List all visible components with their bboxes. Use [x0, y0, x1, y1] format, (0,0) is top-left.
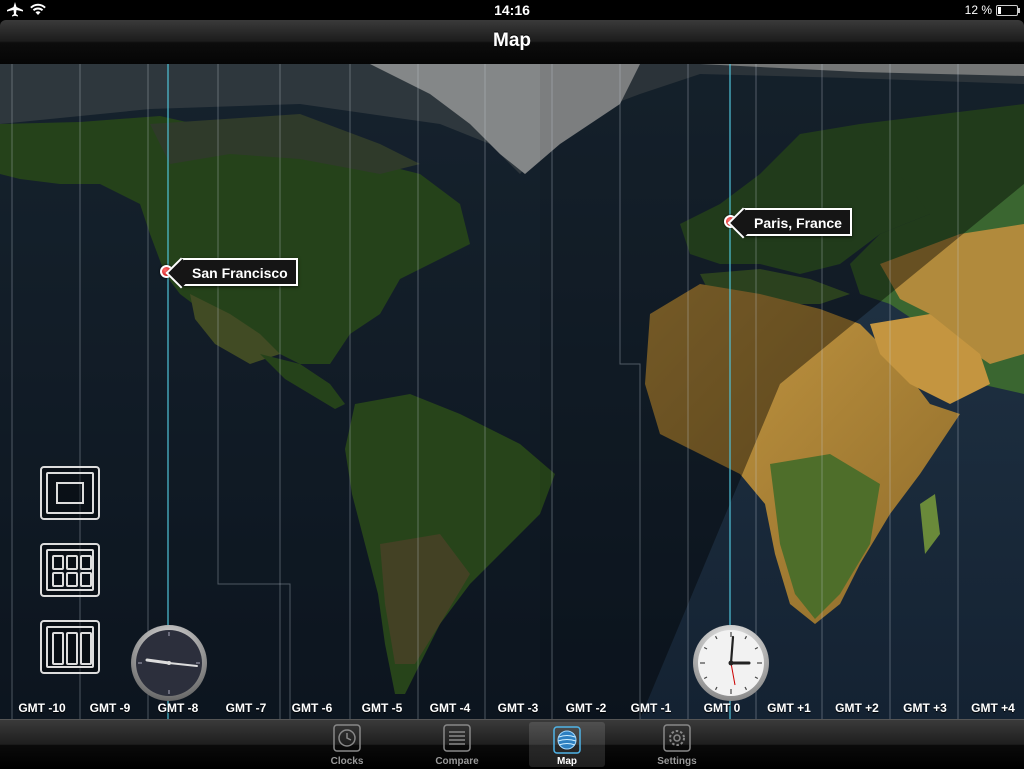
gmt-label: GMT -9 — [89, 701, 131, 715]
single-clock-layout-button[interactable] — [40, 466, 100, 520]
gmt-label: GMT -2 — [565, 701, 607, 715]
pin-label-text: San Francisco — [192, 265, 288, 281]
gmt-label: GMT -3 — [497, 701, 539, 715]
analog-clock-dark-icon — [131, 625, 207, 701]
tab-label: Map — [557, 756, 577, 767]
globe-icon — [553, 726, 581, 754]
grid-layout-button[interactable] — [40, 543, 100, 597]
tab-map[interactable]: Map — [529, 722, 605, 767]
columns-layout-button[interactable] — [40, 620, 100, 674]
pin-label[interactable]: Paris, France — [744, 208, 852, 236]
tab-label: Compare — [435, 756, 479, 767]
gmt-label: GMT -6 — [291, 701, 333, 715]
analog-clock-light-icon — [693, 625, 769, 701]
gmt-label: GMT -10 — [18, 701, 66, 715]
battery-percentage: 12 % — [964, 3, 992, 17]
clock-icon — [333, 724, 361, 752]
page-title: Map — [493, 30, 531, 51]
world-map-image — [0, 64, 1024, 719]
pin-label-text: Paris, France — [754, 215, 842, 231]
gmt-label: GMT -7 — [225, 701, 267, 715]
gmt-label: GMT +4 — [971, 701, 1015, 715]
tab-bar: Clocks Compare Map Settings — [0, 719, 1024, 769]
gmt-label: GMT +1 — [767, 701, 811, 715]
gmt-label: GMT -5 — [361, 701, 403, 715]
gmt-label: GMT -1 — [630, 701, 672, 715]
tab-label: Settings — [657, 756, 697, 767]
grid-icon — [46, 549, 94, 591]
navigation-bar: Map — [0, 20, 1024, 65]
status-bar: 14:16 12 % — [0, 0, 1024, 20]
gmt-label: GMT +2 — [835, 701, 879, 715]
tab-clocks[interactable]: Clocks — [309, 720, 385, 769]
pin-label[interactable]: San Francisco — [182, 258, 298, 286]
gear-icon — [663, 724, 691, 752]
world-map[interactable]: GMT -10 GMT -9 GMT -8 GMT -7 GMT -6 GMT … — [0, 64, 1024, 719]
single-square-icon — [46, 472, 94, 514]
gmt-label: GMT 0 — [703, 701, 741, 715]
gmt-label: GMT -4 — [429, 701, 471, 715]
tab-compare[interactable]: Compare — [419, 720, 495, 769]
status-time: 14:16 — [494, 2, 530, 18]
tab-settings[interactable]: Settings — [639, 720, 715, 769]
battery-icon — [996, 5, 1020, 16]
list-icon — [443, 724, 471, 752]
gmt-label: GMT -8 — [157, 701, 199, 715]
gmt-label: GMT +3 — [903, 701, 947, 715]
tab-label: Clocks — [330, 756, 364, 767]
columns-icon — [46, 626, 94, 668]
